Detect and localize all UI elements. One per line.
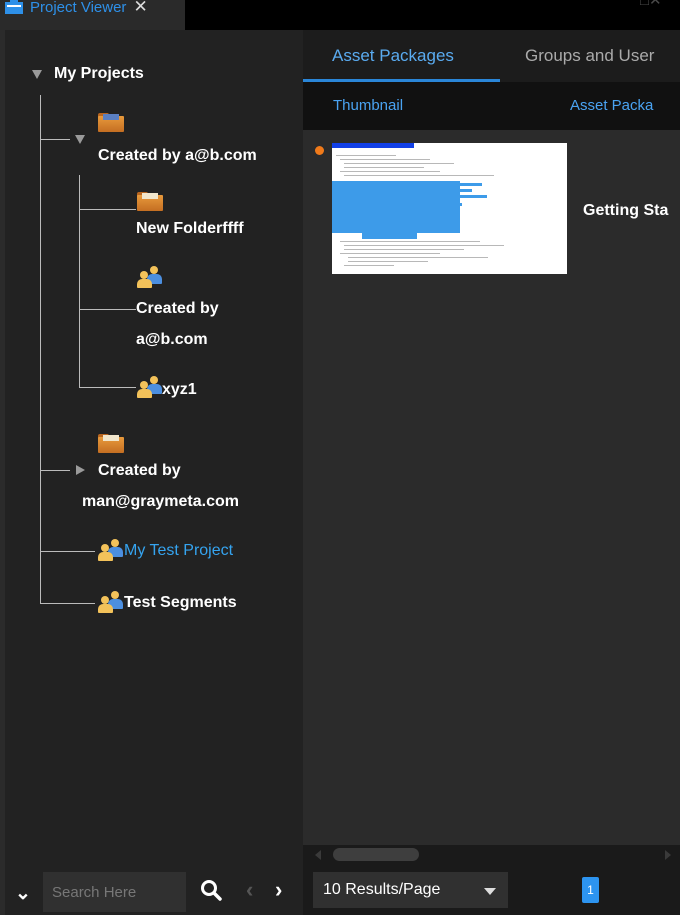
chevron-right-icon[interactable]: › bbox=[275, 877, 282, 903]
tree-node-test-segments[interactable]: Test Segments bbox=[124, 593, 237, 613]
pagination-bar: 10 Results/Page 1 bbox=[303, 865, 680, 915]
expand-node-icon[interactable] bbox=[75, 135, 85, 144]
project-viewer-tab[interactable]: Project Viewer ✕ bbox=[0, 0, 185, 30]
scrollbar-thumb[interactable] bbox=[333, 848, 419, 861]
tab-close-icon[interactable]: ✕ bbox=[133, 0, 147, 17]
project-tree-panel: My Projects Created by a@b.com New Folde… bbox=[5, 30, 303, 868]
column-header-asset-package[interactable]: Asset Packa bbox=[570, 97, 653, 114]
tree-line bbox=[40, 139, 70, 140]
results-per-page-select[interactable]: 10 Results/Page bbox=[313, 872, 508, 908]
scroll-right-icon[interactable] bbox=[665, 850, 671, 860]
tree-line bbox=[40, 603, 95, 604]
page-button-1[interactable]: 1 bbox=[582, 877, 599, 903]
tree-line bbox=[40, 95, 41, 603]
tree-line bbox=[79, 309, 136, 310]
users-icon bbox=[137, 376, 165, 398]
status-dot bbox=[315, 146, 324, 155]
horizontal-scrollbar[interactable] bbox=[303, 845, 680, 865]
tree-node-new-folder[interactable]: New Folderffff bbox=[136, 219, 244, 239]
tab-groups-and-users[interactable]: Groups and User bbox=[525, 46, 654, 66]
column-header-thumbnail[interactable]: Thumbnail bbox=[333, 97, 403, 114]
tab-asset-packages[interactable]: Asset Packages bbox=[332, 46, 454, 66]
users-icon bbox=[98, 539, 126, 561]
tree-line bbox=[40, 551, 95, 552]
users-icon bbox=[137, 266, 165, 288]
project-viewer-icon bbox=[4, 0, 24, 15]
tree-node-my-test-project[interactable]: My Test Project bbox=[124, 541, 233, 561]
expand-node-icon[interactable] bbox=[76, 465, 85, 475]
expand-root-icon[interactable] bbox=[32, 70, 42, 79]
search-icon[interactable] bbox=[200, 879, 222, 901]
folder-users-icon bbox=[98, 111, 124, 132]
tree-line bbox=[79, 387, 136, 388]
asset-thumbnail[interactable] bbox=[332, 143, 567, 274]
asset-panel: Asset Packages Groups and User Thumbnail… bbox=[303, 30, 680, 915]
tree-node-xyz1[interactable]: xyz1 bbox=[162, 380, 197, 400]
tree-node-created-by-ab-2-email[interactable]: a@b.com bbox=[136, 330, 208, 350]
chevron-left-icon[interactable]: ‹ bbox=[246, 877, 253, 903]
asset-tabs: Asset Packages Groups and User bbox=[303, 30, 680, 82]
table-header: Thumbnail Asset Packa bbox=[303, 82, 680, 130]
asset-grid: Getting Sta bbox=[303, 130, 680, 845]
folder-icon bbox=[98, 432, 124, 453]
search-input[interactable] bbox=[43, 872, 186, 912]
results-per-page-value: 10 Results/Page bbox=[323, 881, 441, 898]
tree-node-created-by-ab-2[interactable]: Created by bbox=[136, 299, 219, 319]
tree-root-my-projects[interactable]: My Projects bbox=[54, 64, 144, 84]
window-controls-icon[interactable]: □✕ bbox=[640, 0, 662, 9]
tree-line bbox=[79, 209, 136, 210]
tree-line bbox=[79, 175, 80, 387]
window-tab-bar: Project Viewer ✕ □✕ bbox=[0, 0, 680, 30]
tab-title: Project Viewer bbox=[30, 0, 127, 16]
scroll-left-icon[interactable] bbox=[315, 850, 321, 860]
tree-node-created-by-ab[interactable]: Created by a@b.com bbox=[98, 146, 257, 166]
users-icon bbox=[98, 591, 126, 613]
collapse-panel-icon[interactable]: ⌄ bbox=[15, 882, 31, 905]
dropdown-caret-icon bbox=[484, 888, 496, 895]
folder-icon bbox=[137, 190, 163, 211]
tree-line bbox=[40, 470, 70, 471]
tree-node-created-by-man[interactable]: Created by bbox=[98, 461, 181, 481]
asset-package-name[interactable]: Getting Sta bbox=[583, 202, 668, 220]
tree-node-created-by-man-email[interactable]: man@graymeta.com bbox=[82, 492, 239, 512]
